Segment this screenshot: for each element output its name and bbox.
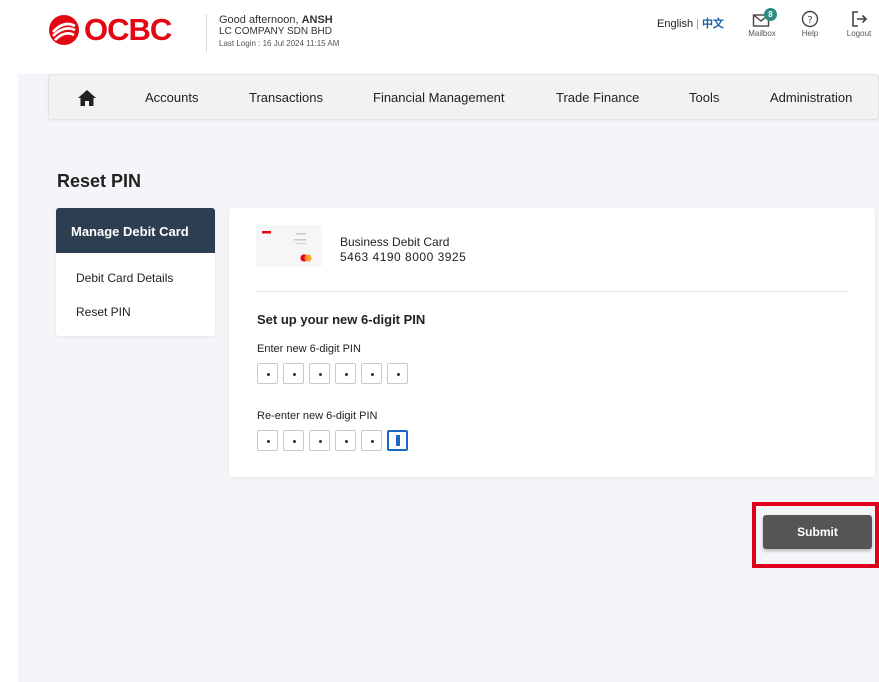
language-switcher: English | 中文 — [657, 15, 724, 31]
side-item-debit-card-details[interactable]: Debit Card Details — [76, 271, 173, 285]
reenter-pin-digit-3[interactable] — [309, 430, 330, 451]
header-divider — [206, 14, 207, 52]
ocbc-logo[interactable]: OCBC — [48, 12, 172, 48]
help-icon: ? — [801, 10, 819, 28]
reenter-pin-digit-2[interactable] — [283, 430, 304, 451]
nav-trade-finance[interactable]: Trade Finance — [556, 90, 639, 105]
mailbox-button[interactable]: 8 Mailbox — [742, 8, 782, 38]
lang-chinese[interactable]: 中文 — [702, 18, 724, 30]
pin-setup-title: Set up your new 6-digit PIN — [257, 312, 426, 327]
top-header: OCBC Good afternoon, ANSH LC COMPANY SDN… — [0, 0, 879, 74]
nav-transactions[interactable]: Transactions — [249, 90, 323, 105]
nav-tools[interactable]: Tools — [689, 90, 719, 105]
reenter-pin-digit-5[interactable] — [361, 430, 382, 451]
card-number: 5463 4190 8000 3925 — [340, 250, 467, 264]
user-name: ANSH — [301, 14, 333, 26]
help-button[interactable]: ? Help — [790, 10, 830, 38]
help-label: Help — [801, 29, 819, 38]
panel-divider — [256, 291, 848, 292]
company-name: LC COMPANY SDN BHD — [219, 26, 332, 37]
main-navigation: Accounts Transactions Financial Manageme… — [48, 74, 879, 120]
home-icon[interactable] — [77, 88, 97, 108]
side-menu-heading: Manage Debit Card — [56, 208, 215, 253]
logout-button[interactable]: Logout — [839, 10, 879, 38]
debit-card-side-menu: Manage Debit Card Debit Card Details Res… — [56, 208, 215, 336]
user-greeting: Good afternoon, ANSH LC COMPANY SDN BHD … — [219, 14, 339, 50]
new-pin-digit-4[interactable] — [335, 363, 356, 384]
side-item-reset-pin[interactable]: Reset PIN — [76, 305, 131, 319]
mailbox-label: Mailbox — [748, 29, 776, 38]
new-pin-digit-2[interactable] — [283, 363, 304, 384]
card-name: Business Debit Card — [340, 235, 450, 249]
nav-administration[interactable]: Administration — [770, 90, 852, 105]
mailbox-count-badge: 8 — [764, 8, 777, 21]
reenter-pin-digit-1[interactable] — [257, 430, 278, 451]
new-pin-label: Enter new 6-digit PIN — [257, 343, 361, 355]
nav-financial-management[interactable]: Financial Management — [373, 90, 505, 105]
submit-button[interactable]: Submit — [763, 515, 872, 549]
new-pin-inputs — [257, 363, 408, 384]
svg-text:?: ? — [807, 15, 812, 26]
lang-english[interactable]: English — [657, 18, 693, 30]
reset-pin-panel: Business Debit Card 5463 4190 8000 3925 … — [229, 208, 875, 477]
page-title: Reset PIN — [57, 171, 142, 191]
reenter-pin-inputs — [257, 430, 408, 451]
new-pin-digit-1[interactable] — [257, 363, 278, 384]
logout-label: Logout — [846, 29, 872, 38]
ocbc-logo-mark-icon — [49, 15, 79, 45]
last-login: Last Login : 16 Jul 2024 11:15 AM — [219, 39, 340, 48]
lang-separator: | — [696, 18, 699, 30]
new-pin-digit-3[interactable] — [309, 363, 330, 384]
new-pin-digit-6[interactable] — [387, 363, 408, 384]
logout-icon — [852, 11, 868, 27]
reenter-pin-digit-4[interactable] — [335, 430, 356, 451]
greeting-text: Good afternoon, — [219, 14, 302, 26]
logo-text: OCBC — [84, 12, 172, 47]
reenter-pin-label: Re-enter new 6-digit PIN — [257, 410, 378, 422]
reenter-pin-digit-6[interactable] — [387, 430, 408, 451]
nav-accounts[interactable]: Accounts — [145, 90, 198, 105]
new-pin-digit-5[interactable] — [361, 363, 382, 384]
debit-card-image — [256, 225, 322, 267]
